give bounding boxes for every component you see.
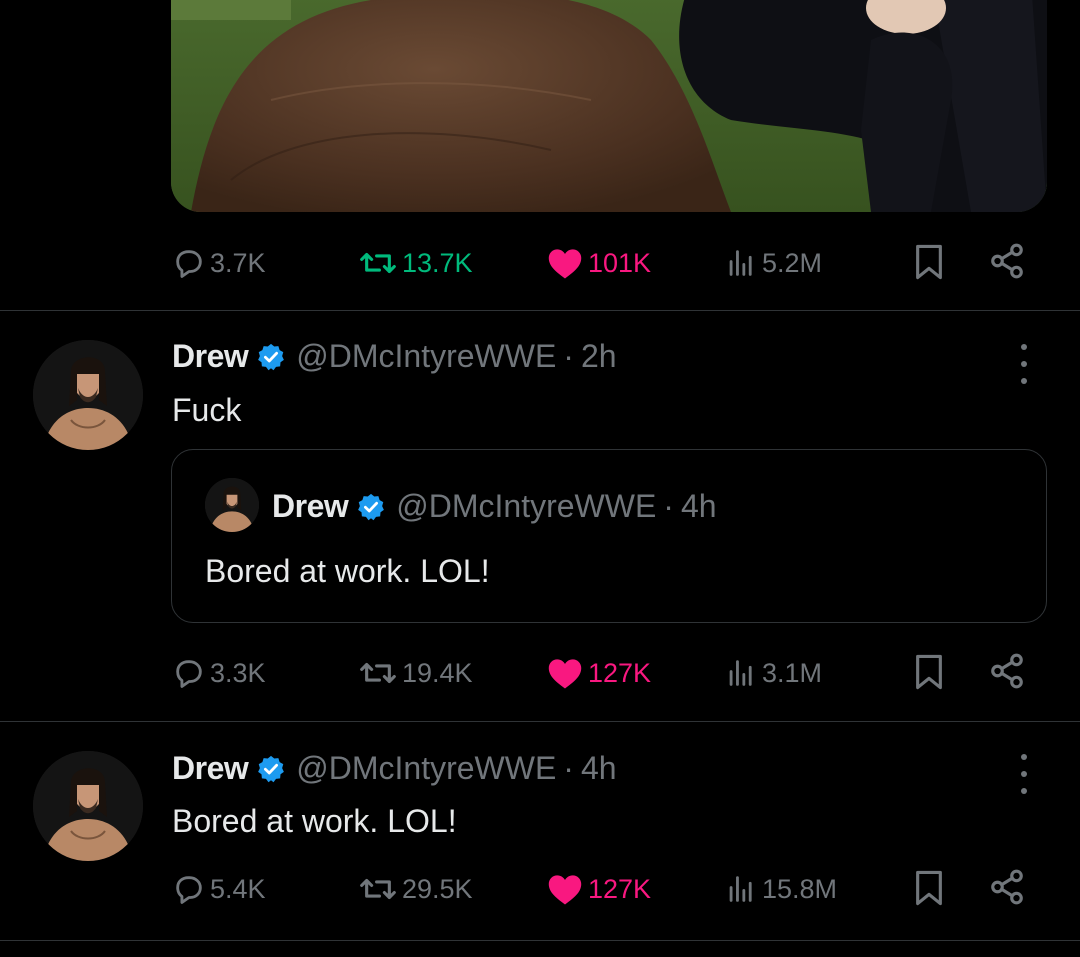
display-name[interactable]: Drew [172, 338, 249, 375]
like-icon [548, 659, 582, 689]
more-dot [1021, 378, 1027, 384]
separator-dot: · [563, 338, 574, 374]
more-dot [1021, 344, 1027, 350]
views-icon [729, 660, 752, 686]
like-button[interactable]: 127K [546, 648, 651, 698]
reply-count: 5.4K [210, 873, 266, 904]
like-icon [548, 875, 582, 905]
quoted-tweet-header: Drew @DMcIntyreWWE · 4h [272, 488, 717, 525]
bookmark-button[interactable] [912, 868, 946, 913]
tweet-divider [0, 310, 1080, 311]
bookmark-button[interactable] [912, 242, 946, 287]
reply-button[interactable]: 5.4K [172, 864, 266, 914]
timestamp: 4h [680, 488, 717, 524]
repost-count: 19.4K [402, 657, 473, 688]
verified-badge-icon [356, 492, 386, 522]
views-count: 15.8M [762, 873, 838, 904]
bookmark-button[interactable] [912, 652, 946, 697]
verified-badge-icon [256, 342, 286, 372]
tweet-action-bar: 3.3K 19.4K 127K 3.1M [172, 648, 1032, 698]
handle: @DMcIntyreWWE [396, 488, 657, 524]
more-options-button[interactable] [1010, 344, 1038, 384]
views-button[interactable]: 3.1M [724, 648, 822, 698]
tweet-action-bar: 5.4K 29.5K 127K 15.8M [172, 864, 1032, 914]
tweet-text: Bored at work. LOL! [172, 803, 457, 839]
quoted-tweet-text: Bored at work. LOL! [205, 553, 490, 589]
bookmark-icon [916, 870, 942, 906]
repost-button[interactable]: 19.4K [358, 648, 473, 698]
more-dot [1021, 771, 1027, 777]
bookmark-icon [916, 654, 942, 690]
share-icon [991, 653, 1023, 689]
reply-button[interactable]: 3.3K [172, 648, 266, 698]
reply-icon [176, 876, 202, 904]
timestamp[interactable]: 2h [581, 338, 617, 375]
more-dot [1021, 754, 1027, 760]
verified-badge-icon [256, 754, 286, 784]
handle[interactable]: @DMcIntyreWWE [296, 750, 556, 787]
like-icon [548, 249, 582, 279]
repost-button[interactable]: 13.7K [358, 238, 473, 288]
reply-icon [176, 250, 202, 278]
reply-icon [176, 660, 202, 688]
tweet-divider [0, 940, 1080, 941]
like-button[interactable]: 101K [546, 238, 651, 288]
tweet-media-image[interactable] [171, 0, 1047, 212]
views-count: 5.2M [762, 247, 823, 278]
share-icon [991, 243, 1023, 279]
avatar[interactable] [33, 751, 143, 861]
like-count: 127K [588, 657, 652, 688]
views-count: 3.1M [762, 657, 823, 688]
share-button[interactable] [988, 652, 1026, 695]
reply-button[interactable]: 3.7K [172, 238, 266, 288]
views-button[interactable]: 15.8M [724, 864, 837, 914]
reply-count: 3.3K [210, 657, 266, 688]
tweet-text: Fuck [172, 392, 242, 428]
share-icon [991, 869, 1023, 905]
more-dot [1021, 361, 1027, 367]
like-count: 127K [588, 873, 652, 904]
repost-count: 13.7K [402, 247, 473, 278]
tweet-action-bar: 3.7K 13.7K 101K 5.2M [172, 238, 1032, 288]
quoted-tweet-card[interactable]: Drew @DMcIntyreWWE · 4h Bored at work. L… [171, 449, 1047, 623]
views-icon [729, 876, 752, 902]
more-options-button[interactable] [1010, 754, 1038, 794]
tweet-header: Drew @DMcIntyreWWE · 4h [172, 750, 617, 787]
handle[interactable]: @DMcIntyreWWE [296, 338, 556, 375]
timeline-feed: 3.7K 13.7K 101K 5.2M Drew @DMcIntyreWWE … [0, 0, 1080, 957]
views-icon [729, 250, 752, 276]
like-count: 101K [588, 247, 652, 278]
display-name[interactable]: Drew [172, 750, 249, 787]
repost-count: 29.5K [402, 873, 473, 904]
separator-dot: · [563, 750, 574, 786]
share-button[interactable] [988, 868, 1026, 911]
avatar [205, 478, 259, 532]
timestamp[interactable]: 4h [581, 750, 617, 787]
separator-dot: · [663, 488, 674, 524]
more-dot [1021, 788, 1027, 794]
reply-count: 3.7K [210, 247, 266, 278]
avatar[interactable] [33, 340, 143, 450]
tweet-divider [0, 721, 1080, 722]
share-button[interactable] [988, 242, 1026, 285]
like-button[interactable]: 127K [546, 864, 651, 914]
views-button[interactable]: 5.2M [724, 238, 822, 288]
display-name: Drew [272, 488, 349, 524]
bookmark-icon [916, 244, 942, 280]
repost-icon [360, 662, 396, 684]
repost-icon [360, 252, 396, 274]
repost-icon [360, 878, 396, 900]
tweet-header: Drew @DMcIntyreWWE · 2h [172, 338, 617, 375]
repost-button[interactable]: 29.5K [358, 864, 473, 914]
